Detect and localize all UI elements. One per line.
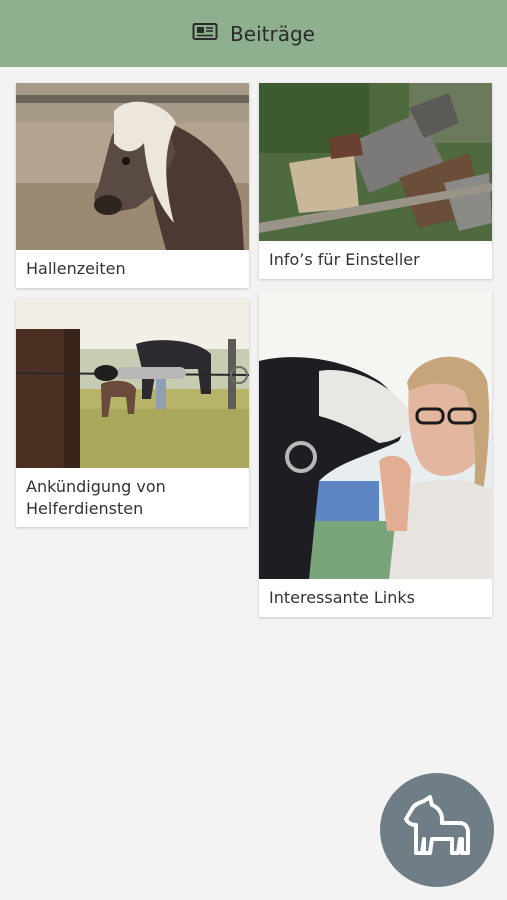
card-ankuendigung-helferdiensten[interactable]: Ankündigung von Helferdiensten <box>16 299 249 527</box>
fence-photo <box>16 299 249 468</box>
pony-photo <box>16 83 249 250</box>
app-header: Beiträge <box>0 0 507 67</box>
card-label: Info’s für Einsteller <box>269 250 420 269</box>
page-title: Beiträge <box>230 21 315 46</box>
aerial-photo <box>259 83 492 241</box>
card-label: Ankündigung von Helferdiensten <box>26 476 166 518</box>
horse-icon <box>402 795 472 865</box>
card-hallenzeiten[interactable]: Hallenzeiten <box>16 83 249 288</box>
card-interessante-links[interactable]: Interessante Links <box>259 291 492 617</box>
girl-and-horse-photo <box>259 291 492 579</box>
card-infos-fuer-einsteller[interactable]: Info’s für Einsteller <box>259 83 492 279</box>
card-label: Interessante Links <box>269 588 415 607</box>
newspaper-icon <box>192 22 218 46</box>
horse-fab-button[interactable] <box>380 773 494 887</box>
header-title-group: Beiträge <box>192 22 315 46</box>
card-label: Hallenzeiten <box>26 259 126 278</box>
